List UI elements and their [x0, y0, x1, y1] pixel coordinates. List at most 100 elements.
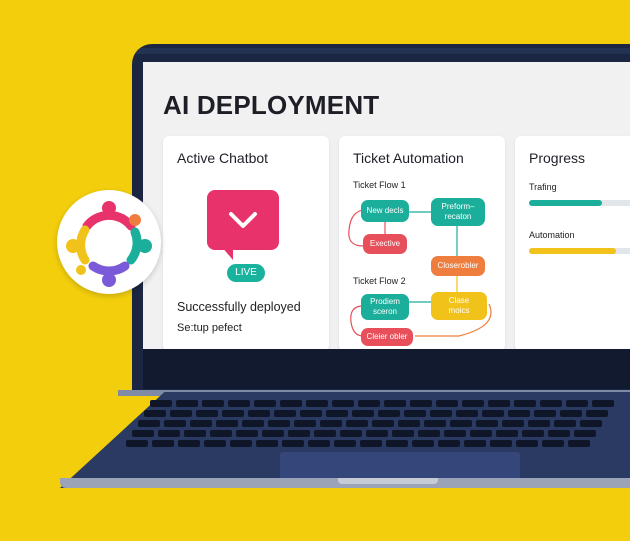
keyboard-key	[436, 400, 458, 407]
keyboard-key	[256, 440, 278, 447]
progress-label-trafing: Trafing	[529, 182, 557, 192]
keyboard-key	[386, 440, 408, 447]
keyboard-key	[542, 440, 564, 447]
keyboard-key	[158, 430, 180, 437]
keyboard-key	[534, 410, 556, 417]
flow1-node-new[interactable]: New decls	[361, 200, 409, 222]
keyboard-key	[216, 420, 238, 427]
flow1-node-exective[interactable]: Exective	[363, 234, 407, 254]
keyboard-key	[262, 430, 284, 437]
keyboard-key	[424, 420, 446, 427]
keyboard-key	[404, 410, 426, 417]
keyboard-key	[488, 400, 510, 407]
keyboard-key	[464, 440, 486, 447]
keyboard-key	[132, 430, 154, 437]
keyboard-key	[476, 420, 498, 427]
keyboard-key	[176, 400, 198, 407]
flow2-node-cleier[interactable]: Cleier obler	[361, 328, 413, 346]
keyboard-key	[358, 400, 380, 407]
keyboard-key	[314, 430, 336, 437]
keyboard-key	[540, 400, 562, 407]
keyboard-key	[210, 430, 232, 437]
setup-status: Se:tup pefect	[177, 322, 242, 334]
keyboard-key	[242, 420, 264, 427]
chat-bubble-check-icon	[207, 190, 279, 250]
keyboard-key	[372, 420, 394, 427]
team-badge	[57, 190, 161, 294]
keyboard-key	[150, 400, 172, 407]
laptop-screen: AI DEPLOYMENT Active Chatbot LIVE Succes…	[143, 62, 630, 349]
keyboard-key	[164, 420, 186, 427]
page-title: AI DEPLOYMENT	[163, 90, 380, 120]
keyboard-key	[334, 440, 356, 447]
progress-card-title: Progress	[529, 150, 586, 166]
progress-fill-trafing	[529, 200, 602, 206]
keyboard-key	[412, 440, 434, 447]
keyboard-key	[430, 410, 452, 417]
flow2-node-prodiem[interactable]: Prodiem sceron	[361, 294, 409, 320]
keyboard-key	[152, 440, 174, 447]
keyboard-key	[184, 430, 206, 437]
keyboard-key	[274, 410, 296, 417]
keyboard-key	[228, 400, 250, 407]
progress-card[interactable]: Progress Trafing Automation	[515, 136, 630, 349]
keyboard-key	[586, 410, 608, 417]
keyboard-key	[566, 400, 588, 407]
keyboard-key	[288, 430, 310, 437]
keyboard-key	[308, 440, 330, 447]
keyboard-key	[392, 430, 414, 437]
keyboard-key	[444, 430, 466, 437]
progress-fill-automation	[529, 248, 616, 254]
keyboard-key	[178, 440, 200, 447]
ticket-automation-card[interactable]: Ticket Automation Ticket Flow 1 New decl…	[339, 136, 505, 349]
keyboard-key	[230, 440, 252, 447]
keyboard-key	[496, 430, 518, 437]
keyboard-key	[196, 410, 218, 417]
keyboard-key	[138, 420, 160, 427]
keyboard-key	[190, 420, 212, 427]
keyboard-key	[450, 420, 472, 427]
keyboard-key	[326, 410, 348, 417]
keyboard-key	[294, 420, 316, 427]
laptop-notch	[338, 478, 438, 484]
flow2-node-clase[interactable]: Clase moics	[431, 292, 487, 320]
keyboard-key	[222, 410, 244, 417]
keyboard-key	[320, 420, 342, 427]
keyboard-key	[126, 440, 148, 447]
keyboard-key	[352, 410, 374, 417]
keyboard-key	[560, 410, 582, 417]
keyboard	[126, 400, 630, 460]
keyboard-key	[482, 410, 504, 417]
flow2-label: Ticket Flow 2	[353, 276, 406, 286]
keyboard-key	[522, 430, 544, 437]
keyboard-key	[204, 440, 226, 447]
keyboard-key	[462, 400, 484, 407]
flow1-node-closer[interactable]: Closerobler	[431, 256, 485, 276]
lid-highlight	[136, 48, 630, 54]
keyboard-key	[378, 410, 400, 417]
progress-label-automation: Automation	[529, 230, 575, 240]
keyboard-key	[300, 410, 322, 417]
chat-bubble-tail	[221, 246, 233, 260]
keyboard-key	[490, 440, 512, 447]
keyboard-key	[548, 430, 570, 437]
screen-lower-bezel	[143, 349, 630, 389]
keyboard-key	[514, 400, 536, 407]
keyboard-key	[508, 410, 530, 417]
keyboard-key	[410, 400, 432, 407]
keyboard-key	[306, 400, 328, 407]
keyboard-key	[366, 430, 388, 437]
keyboard-key	[332, 400, 354, 407]
keyboard-key	[592, 400, 614, 407]
deploy-status: Successfully deployed	[177, 300, 301, 314]
team-circle-icon	[66, 201, 152, 287]
flow1-node-preform[interactable]: Preform– recaton	[431, 198, 485, 226]
keyboard-key	[554, 420, 576, 427]
keyboard-key	[502, 420, 524, 427]
keyboard-key	[282, 440, 304, 447]
keyboard-key	[470, 430, 492, 437]
keyboard-key	[268, 420, 290, 427]
keyboard-key	[574, 430, 596, 437]
chatbot-card[interactable]: Active Chatbot LIVE Successfully deploye…	[163, 136, 329, 349]
keyboard-key	[170, 410, 192, 417]
